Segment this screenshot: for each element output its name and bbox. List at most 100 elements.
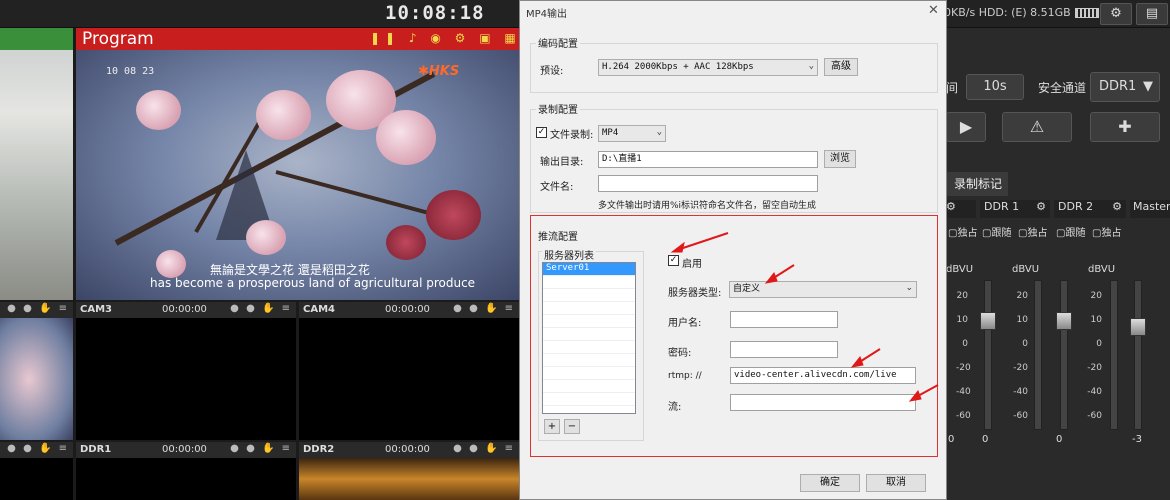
meter-scale-2: 20 10 0 -20 -40 -60 <box>1013 291 1028 421</box>
advanced-button[interactable]: 高级 <box>824 58 858 76</box>
channel-ddr1-fader[interactable] <box>984 280 992 430</box>
format-value: MP4 <box>602 128 619 138</box>
output-dir-label: 输出目录: <box>540 157 584 168</box>
channel-ddr1-knob[interactable] <box>980 312 996 330</box>
channel-ddr2-meter <box>1110 280 1118 430</box>
ddr1-controls-icons[interactable]: ● ● ✋ ≡ <box>230 443 292 454</box>
browse-button[interactable]: 浏览 <box>824 150 856 168</box>
channel-logo: ✱HKS <box>418 64 460 79</box>
gear-icon[interactable]: ⚙ <box>1112 200 1122 213</box>
ddr2-controls-icons[interactable]: ● ● ✋ ≡ <box>453 443 515 454</box>
channel-left-header: ⚙ <box>946 200 976 218</box>
cam4-header: CAM4 00:00:00 ● ● ✋ ≡ <box>299 302 519 318</box>
cam3-controls-icons[interactable]: ● ● ✋ ≡ <box>230 303 292 314</box>
channel-master-knob[interactable] <box>1130 318 1146 336</box>
channel-ddr1-follow[interactable]: ▢跟随 <box>982 224 1011 239</box>
safe-channel-value: DDR1 <box>1099 79 1137 94</box>
file-record-label: 文件录制: <box>550 130 594 141</box>
filename-label: 文件名: <box>540 182 574 193</box>
thumb-left-2[interactable] <box>0 458 73 500</box>
thumb-controls-icons[interactable]: ● ● ✋ ≡ <box>7 443 69 454</box>
channel-ddr1-bottom: 0 <box>982 434 989 445</box>
channel-master-header: Master <box>1130 200 1170 218</box>
channel-left-bottom: 0 <box>948 434 955 445</box>
tab-record-mark[interactable]: 录制标记 <box>946 172 1008 196</box>
ddr1-time: 00:00:00 <box>162 444 207 455</box>
file-record-checkbox[interactable]: ✓ <box>536 127 547 138</box>
thumb-controls-icons[interactable]: ● ● ✋ ≡ <box>7 303 69 314</box>
ddr1-label: DDR1 <box>80 444 112 455</box>
interval-label: 间 <box>946 81 959 95</box>
stream-key-label: 流: <box>668 402 682 413</box>
enable-checkbox[interactable]: ✓ <box>668 255 679 266</box>
settings-icon[interactable]: ⚙ <box>1100 3 1132 25</box>
password-input[interactable] <box>730 341 838 358</box>
cam3-video[interactable] <box>76 318 296 440</box>
warning-icon[interactable]: ⚠ <box>1002 112 1072 142</box>
preview-video <box>0 50 73 300</box>
ok-button[interactable]: 确定 <box>800 474 860 492</box>
channel-ddr2-knob[interactable] <box>1056 312 1072 330</box>
channel-left-unit: dBVU <box>946 264 974 275</box>
channel-ddr1-meter <box>1034 280 1042 430</box>
thumb-header-left-2: ● ● ✋ ≡ <box>0 442 73 458</box>
password-label: 密码: <box>668 348 692 359</box>
chevron-down-icon: ▼ <box>1143 79 1153 94</box>
annotation-arrow-enable <box>670 232 729 253</box>
chevron-down-icon: ⌄ <box>905 283 913 293</box>
server-type-select[interactable]: 自定义 ⌄ <box>729 281 917 298</box>
add-server-button[interactable]: + <box>544 419 560 434</box>
encode-group-title: 编码配置 <box>536 35 580 50</box>
rtmp-url-input[interactable]: video-center.alivecdn.com/live <box>730 367 916 384</box>
channel-ddr2-fader[interactable] <box>1060 280 1068 430</box>
close-icon[interactable]: ✕ <box>928 3 939 18</box>
filename-input[interactable] <box>598 175 818 192</box>
server-type-value: 自定义 <box>733 284 761 294</box>
thumb-left-1[interactable] <box>0 318 73 440</box>
battery-icon <box>1074 8 1099 18</box>
preset-label: 预设: <box>540 66 564 77</box>
ddr2-video[interactable] <box>299 458 519 500</box>
username-input[interactable] <box>730 311 838 328</box>
channel-ddr2-follow[interactable]: ▢跟随 <box>1056 224 1085 239</box>
channel-ddr1-solo[interactable]: ▢独占 <box>1018 224 1047 239</box>
meter-scale-3: 20 10 0 -20 -40 -60 <box>1087 291 1102 421</box>
cam4-controls-icons[interactable]: ● ● ✋ ≡ <box>453 303 515 314</box>
preview-header <box>0 28 73 50</box>
ddr2-label: DDR2 <box>303 444 335 455</box>
remove-server-button[interactable]: − <box>564 419 580 434</box>
channel-ddr2-header: DDR 2 ⚙ <box>1054 200 1126 218</box>
dialog-title: MP4输出 <box>526 9 568 20</box>
channel-master-fader[interactable] <box>1134 280 1142 430</box>
server-type-label: 服务器类型: <box>668 288 722 299</box>
server-list[interactable]: Server01 <box>542 262 636 414</box>
channel-left-solo[interactable]: ▢独占 <box>948 224 977 239</box>
cam3-label: CAM3 <box>80 304 112 315</box>
ddr1-video[interactable] <box>76 458 296 500</box>
interval-value[interactable]: 10s <box>966 74 1024 100</box>
channel-ddr2-solo[interactable]: ▢独占 <box>1092 224 1121 239</box>
output-dir-input[interactable]: D:\直播1 <box>598 151 818 168</box>
list-item[interactable]: Server01 <box>543 263 635 276</box>
subtitle-line-2: has become a prosperous land of agricult… <box>150 276 476 290</box>
chevron-down-icon: ⌄ <box>808 61 814 71</box>
stream-key-input[interactable] <box>730 394 916 411</box>
safe-channel-select[interactable]: DDR1 ▼ <box>1090 72 1160 102</box>
cam4-time: 00:00:00 <box>385 304 430 315</box>
more-icon[interactable]: ▤ <box>1136 3 1168 25</box>
timecode-overlay: 10 08 23 <box>106 66 155 77</box>
meter-scale-1: 20 10 0 -20 -40 -60 <box>956 291 971 421</box>
cam4-video[interactable] <box>299 318 519 440</box>
cancel-button[interactable]: 取消 <box>866 474 926 492</box>
status-readout: 0KB/s HDD: (E) 8.51GB <box>944 6 1099 19</box>
channel-ddr2-unit: dBVU <box>1088 264 1116 275</box>
safe-channel-label: 安全通道 <box>1038 81 1087 95</box>
format-select[interactable]: MP4 ⌄ <box>598 125 666 142</box>
gear-icon[interactable]: ⚙ <box>1036 200 1046 213</box>
ddr2-time: 00:00:00 <box>385 444 430 455</box>
channel-ddr2-bottom: 0 <box>1056 434 1063 445</box>
play-icon[interactable]: ▶ <box>946 112 986 142</box>
channel-ddr1-name: DDR 1 <box>984 200 1020 213</box>
preset-select[interactable]: H.264 2000Kbps + AAC 128Kbps ⌄ <box>598 59 818 76</box>
shield-icon[interactable]: ✚ <box>1090 112 1160 142</box>
